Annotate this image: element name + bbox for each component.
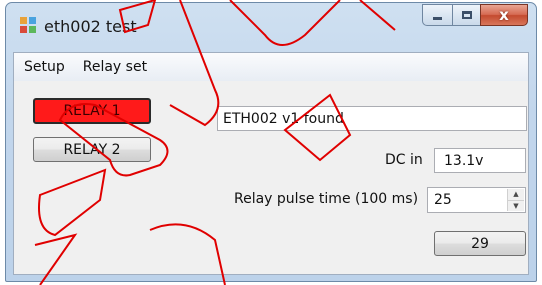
pulse-time-value: 25 — [434, 192, 452, 208]
pulse-time-spinner[interactable]: 25 ▲ ▼ — [427, 187, 526, 213]
caption-buttons: x — [422, 4, 528, 28]
status-textbox[interactable]: ETH002 v1 found — [217, 106, 527, 131]
minimize-button[interactable] — [422, 4, 452, 26]
pulse-time-label: Relay pulse time (100 ms) — [234, 191, 419, 207]
maximize-icon — [461, 11, 472, 19]
minimize-icon — [433, 17, 442, 20]
close-button[interactable]: x — [480, 4, 528, 26]
dc-in-field[interactable]: 13.1v — [434, 148, 526, 173]
menu-setup[interactable]: Setup — [16, 59, 73, 75]
menu-relay-set[interactable]: Relay set — [75, 59, 155, 75]
maximize-button[interactable] — [452, 4, 480, 26]
title-bar[interactable]: eth002 test x — [6, 3, 536, 51]
status-text: ETH002 v1 found — [223, 110, 344, 127]
counter-button[interactable]: 29 — [434, 231, 526, 256]
spinner-down-icon[interactable]: ▼ — [508, 199, 524, 211]
dc-in-label: DC in — [385, 152, 423, 168]
window-title: eth002 test — [44, 17, 137, 36]
spinner-arrows: ▲ ▼ — [507, 189, 524, 211]
dc-in-value: 13.1v — [444, 152, 484, 169]
spinner-up-icon[interactable]: ▲ — [508, 189, 524, 200]
client-area: Setup Relay set RELAY 1 RELAY 2 ETH002 v… — [13, 52, 529, 275]
app-window-icon — [20, 17, 38, 35]
menu-bar: Setup Relay set — [14, 53, 528, 81]
app-window: eth002 test x Setup Relay set RELAY 1 RE… — [5, 2, 537, 282]
close-icon: x — [499, 6, 509, 24]
relay-1-button[interactable]: RELAY 1 — [33, 98, 151, 124]
relay-2-button[interactable]: RELAY 2 — [33, 137, 151, 162]
